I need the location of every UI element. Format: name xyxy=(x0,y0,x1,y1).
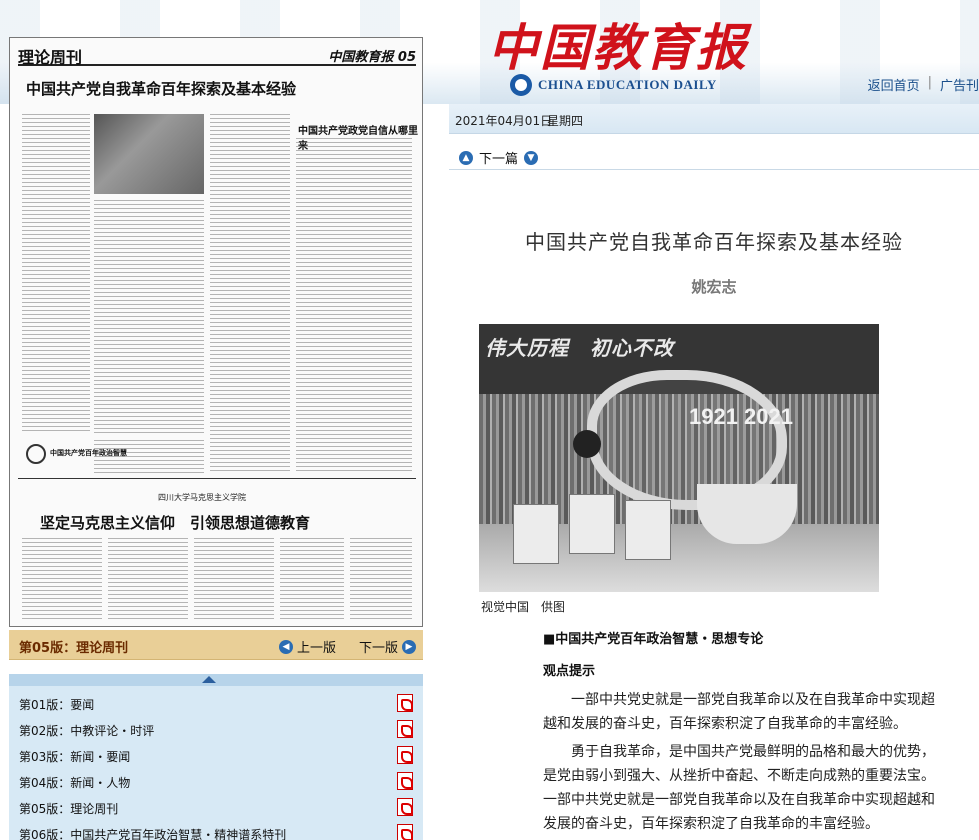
arrow-left-icon: ◀ xyxy=(279,639,293,654)
top-links: 返回首页 | 广告刊 xyxy=(868,75,979,94)
article-panel: 2021年04月01日 星期四 ▲ 下一篇 ▼ 中国共产党自我革命百年探索及基本… xyxy=(449,104,979,840)
thumb-masthead: 中国教育报 05 xyxy=(328,50,416,65)
logo-en-text: CHINA EDUCATION DAILY xyxy=(538,77,717,92)
photo-year-text: 1921 2021 xyxy=(689,404,793,429)
viewpoint-heading: 观点提示 xyxy=(543,664,596,679)
link-separator: | xyxy=(927,75,932,90)
page-list-item-label[interactable]: 第06版：中国共产党百年政治智慧・精神谱系特刊 xyxy=(19,826,286,840)
date-bar: 2021年04月01日 星期四 xyxy=(449,104,979,134)
photo-banner-text: 伟大历程 初心不改 xyxy=(485,336,674,360)
thumb-main-headline[interactable]: 中国共产党自我革命百年探索及基本经验 xyxy=(26,78,296,99)
thumb-text-block xyxy=(108,538,188,622)
thumb-page-head: 理论周刊 中国教育报 05 xyxy=(18,44,416,67)
photo-book xyxy=(625,500,671,560)
pdf-icon[interactable] xyxy=(397,798,413,816)
thumb-bottom-source: 四川大学马克思主义学院 xyxy=(158,493,246,502)
thumb-text-block xyxy=(296,138,412,474)
next-page-label: 下一版 xyxy=(359,641,399,656)
photo-caption: 视觉中国 供图 xyxy=(481,600,566,614)
arrow-up-icon: ▲ xyxy=(459,150,473,165)
thumb-section-title: 理论周刊 xyxy=(18,48,83,67)
arrow-down-icon: ▼ xyxy=(524,150,539,165)
article-paragraph: 一部中共党史就是一部党自我革命以及在自我革命中实现超越和发展的奋斗史，百年探索积… xyxy=(543,692,935,732)
section-tag: ■中国共产党百年政治智慧・思想专论 xyxy=(543,632,764,647)
photo-book xyxy=(513,504,559,564)
newspaper-page-thumbnail[interactable]: 理论周刊 中国教育报 05 中国共产党自我革命百年探索及基本经验 中国共产党政党… xyxy=(9,37,423,627)
page-list-item-label[interactable]: 第05版：理论周刊 xyxy=(19,800,118,817)
article-nav-bar: ▲ 下一篇 ▼ xyxy=(449,144,979,170)
thumb-photo xyxy=(94,114,204,194)
pdf-icon[interactable] xyxy=(397,694,413,712)
page-list-item-label[interactable]: 第04版：新闻・人物 xyxy=(19,774,130,791)
page-list-item-label[interactable]: 第03版：新闻・要闻 xyxy=(19,748,130,765)
page-nav-bar: 第05版：理论周刊 ◀ 上一版 下一版 ▶ xyxy=(9,630,423,660)
left-column: 理论周刊 中国教育报 05 中国共产党自我革命百年探索及基本经验 中国共产党政党… xyxy=(0,36,424,840)
prev-page-label: 上一版 xyxy=(297,641,337,656)
thumb-text-block xyxy=(210,114,290,474)
thumb-text-block xyxy=(280,538,344,622)
home-link[interactable]: 返回首页 xyxy=(868,75,920,94)
thumb-bottom-headline[interactable]: 坚定马克思主义信仰 引领思想道德教育 xyxy=(40,512,310,533)
photo-book xyxy=(569,494,615,554)
page-list-header[interactable] xyxy=(9,674,423,686)
page-list: 第01版：要闻 第02版：中教评论・时评 第03版：新闻・要闻 第04版：新闻・… xyxy=(9,686,423,840)
page-list-item[interactable]: 第04版：新闻・人物 xyxy=(9,768,423,794)
ad-link[interactable]: 广告刊 xyxy=(940,75,979,94)
article-paragraph: 勇于自我革命，是中国共产党最鲜明的品格和最大的优势，是党由弱小到强大、从挫折中奋… xyxy=(543,744,935,832)
prev-page-button[interactable]: ◀ 上一版 xyxy=(279,637,336,656)
article-author: 姚宏志 xyxy=(691,278,737,296)
pdf-icon[interactable] xyxy=(397,720,413,738)
page-list-item[interactable]: 第05版：理论周刊 xyxy=(9,794,423,820)
party-emblem-icon xyxy=(26,444,46,464)
pdf-icon[interactable] xyxy=(397,746,413,764)
next-article-label: 下一篇 xyxy=(479,152,519,167)
logo-mark-icon xyxy=(510,74,532,96)
page-list-item[interactable]: 第01版：要闻 xyxy=(9,690,423,716)
current-page-label: 第05版：理论周刊 xyxy=(19,641,129,656)
collapse-arrow-icon[interactable] xyxy=(202,676,216,683)
thumb-text-block xyxy=(194,538,274,622)
photo-boat-model xyxy=(697,484,797,544)
photo-emblem xyxy=(573,430,601,458)
page-list-item-label[interactable]: 第01版：要闻 xyxy=(19,696,94,713)
page-list-item[interactable]: 第06版：中国共产党百年政治智慧・精神谱系特刊 xyxy=(9,820,423,840)
pdf-icon[interactable] xyxy=(397,772,413,790)
thumb-text-block xyxy=(22,114,90,434)
thumb-divider xyxy=(18,478,416,479)
site-logo[interactable]: 中国教育报 xyxy=(488,8,748,80)
arrow-right-icon: ▶ xyxy=(402,639,417,654)
next-page-button[interactable]: 下一版 ▶ xyxy=(359,637,417,656)
issue-weekday: 星期四 xyxy=(547,114,584,128)
article-photo: 伟大历程 初心不改 1921 2021 xyxy=(479,324,879,592)
issue-date: 2021年04月01日 xyxy=(455,114,553,128)
next-article-button[interactable]: ▲ 下一篇 ▼ xyxy=(459,148,539,167)
page-list-item[interactable]: 第03版：新闻・要闻 xyxy=(9,742,423,768)
thumb-text-block xyxy=(94,200,204,434)
thumb-text-block xyxy=(22,538,102,622)
article-title: 中国共产党自我革命百年探索及基本经验 xyxy=(525,230,903,254)
thumb-text-block xyxy=(350,538,412,622)
page-list-item[interactable]: 第02版：中教评论・时评 xyxy=(9,716,423,742)
pdf-icon[interactable] xyxy=(397,824,413,840)
page-list-item-label[interactable]: 第02版：中教评论・时评 xyxy=(19,722,154,739)
site-logo-en: CHINA EDUCATION DAILY xyxy=(510,74,717,96)
thumb-column-label: 中国共产党百年政治智慧 xyxy=(50,449,127,457)
